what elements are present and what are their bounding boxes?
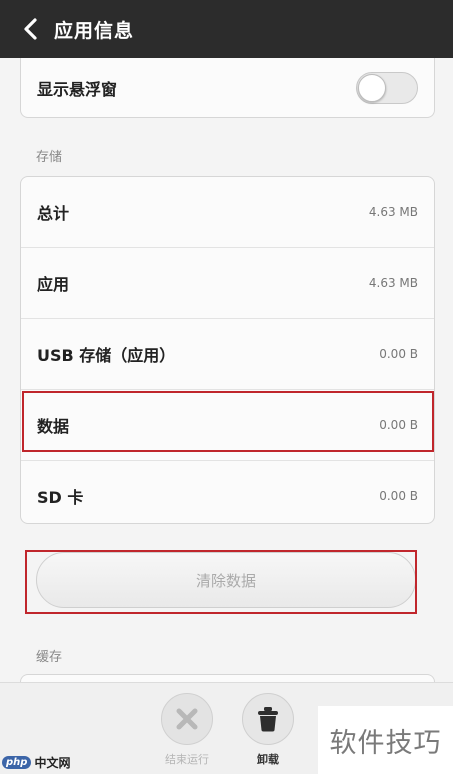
uninstall-label: 卸载 (257, 753, 279, 766)
close-icon (176, 708, 198, 730)
storage-row-value: 4.63 MB (368, 205, 418, 219)
toggle-knob (358, 74, 386, 102)
storage-row-value: 0.00 B (379, 347, 418, 361)
software-tips-watermark: 软件技巧 (318, 706, 453, 774)
storage-row-sd[interactable]: SD 卡 0.00 B (21, 461, 434, 531)
stop-label: 结束运行 (165, 753, 209, 766)
chevron-left-icon (24, 18, 37, 40)
storage-row-label: 数据 (37, 417, 70, 436)
storage-section-header: 存储 (36, 150, 63, 165)
cache-section-header: 缓存 (36, 650, 63, 665)
uninstall-circle (242, 693, 294, 745)
storage-row-label: SD 卡 (37, 488, 84, 507)
page-title: 应用信息 (54, 19, 135, 42)
settings-content[interactable]: 显示悬浮窗 存储 总计 4.63 MB 应用 4.63 MB USB 存储（应用… (0, 58, 453, 682)
title-bar: 应用信息 (0, 0, 453, 58)
php-badge: php (2, 755, 32, 769)
storage-row-data[interactable]: 数据 0.00 B (21, 390, 434, 460)
php-watermark: php 中文网 (0, 750, 86, 774)
back-button[interactable] (8, 0, 52, 58)
stop-button[interactable]: 结束运行 (152, 693, 222, 767)
storage-card: 总计 4.63 MB 应用 4.63 MB USB 存储（应用） 0.00 B … (20, 176, 435, 524)
storage-row-app[interactable]: 应用 4.63 MB (21, 248, 434, 318)
storage-row-total[interactable]: 总计 4.63 MB (21, 177, 434, 247)
floating-window-row[interactable]: 显示悬浮窗 (21, 58, 434, 118)
floating-window-label: 显示悬浮窗 (37, 80, 118, 99)
trash-icon (258, 707, 278, 732)
storage-row-value: 4.63 MB (368, 276, 418, 290)
storage-row-value: 0.00 B (379, 418, 418, 432)
stop-circle (161, 693, 213, 745)
storage-row-usb[interactable]: USB 存储（应用） 0.00 B (21, 319, 434, 389)
uninstall-button[interactable]: 卸载 (233, 693, 303, 767)
storage-row-label: 应用 (37, 275, 70, 294)
storage-row-value: 0.00 B (379, 489, 418, 503)
floating-window-card: 显示悬浮窗 (20, 58, 435, 118)
clear-data-button[interactable]: 清除数据 (36, 552, 416, 608)
storage-row-label: 总计 (37, 204, 70, 223)
php-site-text: 中文网 (34, 755, 71, 770)
floating-window-toggle[interactable] (356, 72, 418, 104)
cache-card (20, 674, 435, 682)
storage-row-label: USB 存储（应用） (37, 346, 176, 365)
